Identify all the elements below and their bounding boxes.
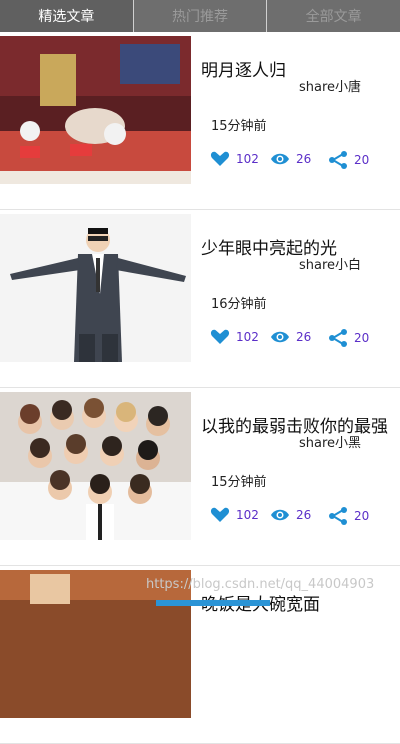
article-title[interactable]: 明月逐人归: [201, 56, 286, 81]
view-count: 26: [296, 330, 312, 344]
eye-icon: [271, 331, 289, 343]
article-author: share小黑: [299, 436, 362, 451]
article-stats: 102 26 20: [210, 329, 400, 349]
like-stat[interactable]: 102: [210, 151, 259, 167]
heart-icon: [210, 507, 230, 522]
like-count: 102: [236, 330, 259, 344]
article-thumbnail[interactable]: [0, 392, 191, 540]
view-stat[interactable]: 26: [270, 151, 311, 167]
share-count: 20: [354, 153, 370, 167]
article-author: share小唐: [299, 80, 362, 95]
group-photo-image: [0, 392, 191, 540]
article-stats: 102 26 20: [210, 507, 400, 527]
eye-icon: [271, 509, 289, 521]
share-count: 20: [354, 331, 370, 345]
man-in-suit-image: [0, 214, 191, 362]
watermark-url: https://blog.csdn.net/qq_44004903: [146, 577, 375, 592]
article-time: 16分钟前: [211, 297, 267, 312]
article-card[interactable]: 以我的最弱击败你的最强 share小黑 15分钟前 102 26 20: [0, 388, 400, 566]
article-author: share小白: [299, 258, 362, 273]
view-count: 26: [296, 152, 312, 166]
view-stat[interactable]: 26: [270, 507, 311, 523]
share-icon: [329, 507, 347, 525]
share-count: 20: [354, 509, 370, 523]
article-thumbnail[interactable]: [0, 570, 191, 718]
article-list: 明月逐人归 share小唐 15分钟前 102 26 20 少年眼中亮起的光 s…: [0, 32, 400, 744]
tab-bar: 精选文章 热门推荐 全部文章: [0, 0, 400, 32]
share-icon: [329, 151, 347, 169]
like-stat[interactable]: 102: [210, 507, 259, 523]
heart-icon: [210, 151, 230, 166]
view-stat[interactable]: 26: [270, 329, 311, 345]
article-time: 15分钟前: [211, 475, 267, 490]
article-thumbnail[interactable]: [0, 36, 191, 184]
tv-show-image: [0, 36, 191, 184]
tab-featured[interactable]: 精选文章: [0, 0, 134, 32]
article-card[interactable]: 少年眼中亮起的光 share小白 16分钟前 102 26 20: [0, 210, 400, 388]
article-thumbnail[interactable]: [0, 214, 191, 362]
article-card[interactable]: 明月逐人归 share小唐 15分钟前 102 26 20: [0, 32, 400, 210]
tab-hot[interactable]: 热门推荐: [133, 0, 268, 32]
eye-icon: [271, 153, 289, 165]
food-image: [0, 570, 191, 718]
tab-all[interactable]: 全部文章: [267, 0, 400, 32]
like-count: 102: [236, 152, 259, 166]
share-stat[interactable]: 20: [328, 329, 369, 347]
view-count: 26: [296, 508, 312, 522]
share-icon: [329, 329, 347, 347]
like-count: 102: [236, 508, 259, 522]
like-stat[interactable]: 102: [210, 329, 259, 345]
heart-icon: [210, 329, 230, 344]
article-card[interactable]: 晚饭是大碗宽面: [0, 566, 400, 744]
share-stat[interactable]: 20: [328, 151, 369, 169]
share-stat[interactable]: 20: [328, 507, 369, 525]
article-stats: 102 26 20: [210, 151, 400, 171]
article-time: 15分钟前: [211, 119, 267, 134]
bottom-indicator: [156, 600, 270, 606]
